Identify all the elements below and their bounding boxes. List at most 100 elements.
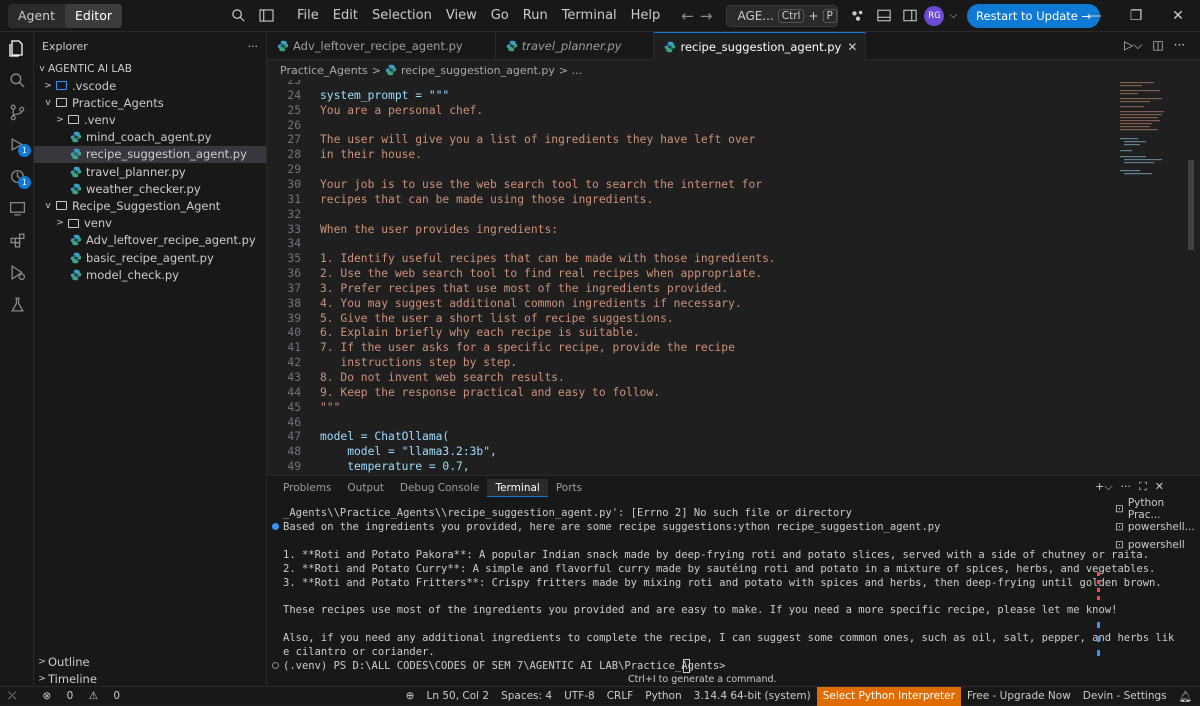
remote-explorer-icon[interactable] bbox=[5, 196, 29, 220]
zoom-icon[interactable]: ⊕ bbox=[400, 690, 421, 702]
account-avatar[interactable]: RG bbox=[924, 5, 945, 26]
terminal-output[interactable]: _Agents\\Practice_Agents\\recipe_suggest… bbox=[267, 504, 1174, 684]
extensions-sync-icon[interactable]: 1 bbox=[5, 164, 31, 189]
breadcrumb-tail[interactable]: > ... bbox=[559, 64, 582, 77]
minimap[interactable] bbox=[1118, 80, 1190, 200]
breadcrumb-file[interactable]: recipe_suggestion_agent.py bbox=[401, 64, 555, 77]
problems-indicator[interactable]: ⊗ 0 ⚠ 0 bbox=[30, 690, 132, 702]
tab-output[interactable]: Output bbox=[339, 476, 391, 500]
language-mode[interactable]: Python bbox=[639, 690, 687, 702]
menu-file[interactable]: File bbox=[290, 8, 326, 23]
outline-section[interactable]: > Outline bbox=[34, 653, 266, 670]
agent-mode-button[interactable]: Agent bbox=[8, 4, 65, 28]
code-editor[interactable]: 23 24 system_prompt = """ 25 You are a perso… bbox=[267, 80, 1200, 475]
run-debug-icon[interactable]: 1 bbox=[5, 132, 31, 157]
extensions-icon[interactable] bbox=[5, 228, 29, 252]
timeline-section[interactable]: > Timeline bbox=[34, 670, 266, 687]
deploy-icon[interactable] bbox=[5, 260, 29, 284]
menu-edit[interactable]: Edit bbox=[326, 8, 365, 23]
back-arrow-icon[interactable]: ← bbox=[681, 7, 694, 25]
breadcrumb-folder[interactable]: Practice_Agents bbox=[280, 64, 368, 77]
explorer-icon[interactable] bbox=[5, 36, 29, 60]
close-panel-icon[interactable]: ✕ bbox=[1155, 480, 1164, 494]
split-editor-icon[interactable]: ◫ bbox=[1152, 38, 1163, 53]
command-pending-icon[interactable] bbox=[272, 662, 279, 669]
file-item[interactable]: Adv_leftover_recipe_agent.py bbox=[34, 232, 266, 249]
folder-item[interactable]: v Recipe_Suggestion_Agent bbox=[34, 197, 266, 214]
copilot-icon[interactable] bbox=[846, 4, 870, 28]
indentation[interactable]: Spaces: 4 bbox=[495, 690, 558, 702]
terminal-instance-3[interactable]: ⊡ powershell bbox=[1115, 536, 1200, 554]
editor-tab[interactable]: recipe_suggestion_agent.py ✕ bbox=[654, 32, 867, 60]
encoding[interactable]: UTF-8 bbox=[558, 690, 601, 702]
minimize-icon[interactable]: — bbox=[1075, 0, 1115, 32]
file-item[interactable]: weather_checker.py bbox=[34, 180, 266, 197]
menu-help[interactable]: Help bbox=[624, 8, 668, 23]
python-file-icon bbox=[70, 148, 86, 160]
workspace-root[interactable]: v AGENTIC AI LAB bbox=[34, 60, 266, 77]
remote-icon[interactable]: ⤫ bbox=[0, 690, 22, 703]
line-number: 38 bbox=[287, 296, 301, 310]
menu-view[interactable]: View bbox=[439, 8, 484, 23]
activity-bar: 1 1 bbox=[0, 32, 34, 686]
editor-tab[interactable]: travel_planner.py bbox=[496, 32, 655, 60]
tree-item-label: .vscode bbox=[72, 78, 117, 93]
testing-flask-icon[interactable] bbox=[5, 292, 29, 316]
more-actions-icon[interactable]: ··· bbox=[1174, 38, 1185, 53]
line-ending[interactable]: CRLF bbox=[601, 690, 640, 702]
editor-mode-button[interactable]: Editor bbox=[65, 3, 122, 28]
restore-icon[interactable]: ❐ bbox=[1116, 0, 1156, 32]
close-icon[interactable]: ✕ bbox=[847, 40, 857, 54]
close-icon[interactable]: ✕ bbox=[1158, 0, 1198, 32]
chevron-down-icon[interactable]: ⌵ bbox=[949, 10, 957, 21]
tab-ports[interactable]: Ports bbox=[548, 476, 590, 500]
devin-settings[interactable]: Devin - Settings bbox=[1077, 690, 1173, 702]
upgrade-link[interactable]: Free - Upgrade Now bbox=[961, 690, 1077, 702]
toggle-secondary-sidebar-icon[interactable] bbox=[898, 4, 922, 28]
more-actions-icon[interactable]: ··· bbox=[248, 40, 259, 53]
toggle-sidebar-icon[interactable] bbox=[254, 4, 278, 28]
terminal-instance-label: Python Prac... bbox=[1127, 497, 1165, 521]
notifications-bell-icon[interactable]: 🔔︎ bbox=[1173, 690, 1200, 703]
toggle-panel-icon[interactable] bbox=[872, 4, 896, 28]
search-icon[interactable] bbox=[226, 4, 250, 28]
menu-selection[interactable]: Selection bbox=[365, 8, 439, 23]
menu-bar: File Edit Selection View Go Run Terminal… bbox=[290, 8, 667, 23]
new-terminal-icon[interactable]: +⌵ bbox=[1095, 480, 1113, 494]
menu-run[interactable]: Run bbox=[516, 8, 555, 23]
menu-go[interactable]: Go bbox=[484, 8, 516, 23]
command-center[interactable]: AGE... Ctrl + P bbox=[726, 4, 839, 27]
cursor-position[interactable]: Ln 50, Col 2 bbox=[420, 690, 495, 702]
search-icon[interactable] bbox=[5, 68, 29, 92]
tree-item-label: Practice_Agents bbox=[72, 95, 164, 110]
line-number: 36 bbox=[287, 267, 301, 281]
file-item[interactable]: mind_coach_agent.py bbox=[34, 129, 266, 146]
tab-terminal[interactable]: Terminal bbox=[487, 479, 548, 497]
command-center-text: AGE... bbox=[737, 8, 774, 23]
source-control-icon[interactable] bbox=[5, 100, 29, 124]
menu-terminal[interactable]: Terminal bbox=[555, 8, 624, 23]
editor-scrollbar[interactable] bbox=[1188, 160, 1194, 250]
tab-debug-console[interactable]: Debug Console bbox=[392, 476, 488, 500]
terminal-instance-1[interactable]: ⊡ Python Prac... bbox=[1115, 497, 1200, 521]
select-interpreter-button[interactable]: Select Python Interpreter bbox=[816, 686, 961, 706]
editor-tab[interactable]: Adv_leftover_recipe_agent.py bbox=[267, 32, 496, 60]
line-number: 49 bbox=[287, 460, 301, 474]
command-success-icon[interactable] bbox=[272, 523, 279, 530]
file-item[interactable]: basic_recipe_agent.py bbox=[34, 249, 266, 266]
folder-item[interactable]: v Practice_Agents bbox=[34, 94, 266, 111]
tab-problems[interactable]: Problems bbox=[275, 476, 339, 500]
forward-arrow-icon[interactable]: → bbox=[700, 7, 713, 25]
folder-item[interactable]: > venv bbox=[34, 215, 266, 232]
file-item[interactable]: recipe_suggestion_agent.py bbox=[34, 145, 266, 163]
more-actions-icon[interactable]: ··· bbox=[1121, 480, 1132, 494]
run-file-icon[interactable]: ▷⌵ bbox=[1124, 38, 1142, 53]
python-version[interactable]: 3.14.4 64-bit (system) bbox=[688, 690, 817, 702]
file-item[interactable]: model_check.py bbox=[34, 266, 266, 283]
title-bar: Agent Editor File Edit Selection View Go… bbox=[0, 0, 1200, 32]
terminal-instance-2[interactable]: ⊡ powershell... bbox=[1115, 518, 1200, 536]
folder-item[interactable]: > .vscode bbox=[34, 77, 266, 94]
maximize-panel-icon[interactable]: ⛶ bbox=[1139, 480, 1147, 494]
file-item[interactable]: travel_planner.py bbox=[34, 163, 266, 180]
folder-item[interactable]: > .venv bbox=[34, 111, 266, 128]
